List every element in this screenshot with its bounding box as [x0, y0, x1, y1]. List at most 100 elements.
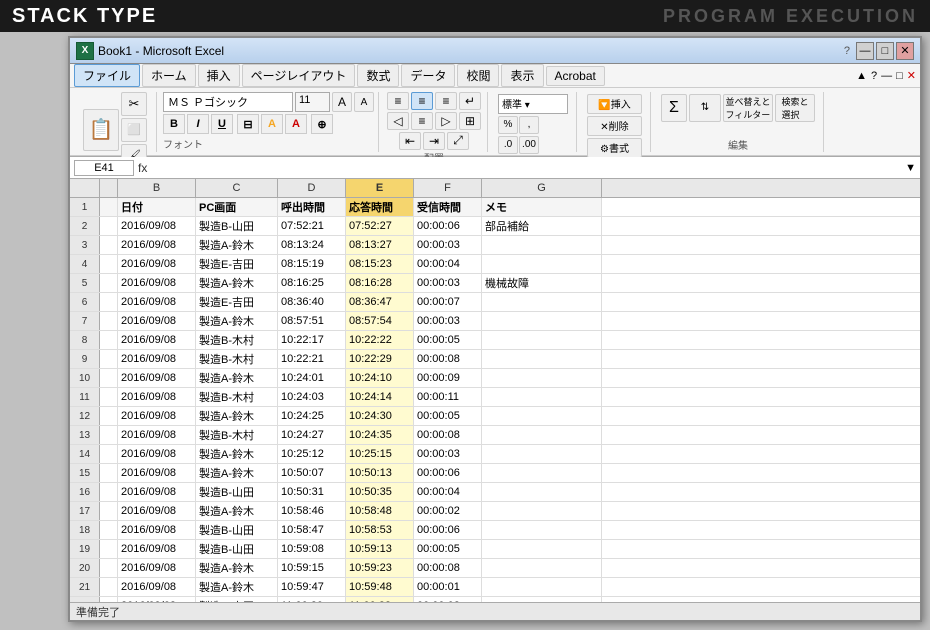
- align-center-button[interactable]: ≡: [411, 112, 433, 130]
- table-row[interactable]: 202016/09/08製造A-鈴木10:59:1510:59:2300:00:…: [70, 559, 920, 578]
- font-size-input[interactable]: 11: [295, 92, 330, 112]
- table-row[interactable]: 132016/09/08製造B-木村10:24:2710:24:3500:00:…: [70, 426, 920, 445]
- cell[interactable]: [482, 426, 602, 444]
- cell[interactable]: 10:59:15: [278, 559, 346, 577]
- font-name-selector[interactable]: ＭＳ Ｐゴシック: [163, 92, 293, 112]
- cell[interactable]: 製造A-鈴木: [196, 312, 278, 330]
- underline-button[interactable]: U: [211, 114, 233, 134]
- autosum-button[interactable]: Σ: [661, 94, 687, 122]
- cell[interactable]: 10:24:03: [278, 388, 346, 406]
- cell[interactable]: 08:57:51: [278, 312, 346, 330]
- cell[interactable]: [482, 369, 602, 387]
- cell[interactable]: [100, 198, 118, 216]
- cell[interactable]: 08:13:24: [278, 236, 346, 254]
- cell[interactable]: 07:52:27: [346, 217, 414, 235]
- cell[interactable]: 00:00:08: [414, 350, 482, 368]
- table-row[interactable]: 82016/09/08製造B-木村10:22:1710:22:2200:00:0…: [70, 331, 920, 350]
- percent-button[interactable]: %: [498, 116, 518, 134]
- rotate-text-button[interactable]: ⤢: [447, 132, 469, 150]
- cell[interactable]: 製造B-木村: [196, 350, 278, 368]
- cell[interactable]: 日付: [118, 198, 196, 216]
- cell[interactable]: 製造A-鈴木: [196, 274, 278, 292]
- cell[interactable]: 2016/09/08: [118, 426, 196, 444]
- cell[interactable]: 00:00:03: [414, 236, 482, 254]
- sort-filter-button[interactable]: ⇅: [689, 94, 721, 122]
- cell[interactable]: [100, 540, 118, 558]
- cell[interactable]: [100, 255, 118, 273]
- cell[interactable]: 10:24:14: [346, 388, 414, 406]
- cell[interactable]: 10:50:07: [278, 464, 346, 482]
- indent-left-button[interactable]: ⇤: [399, 132, 421, 150]
- cell[interactable]: 2016/09/08: [118, 293, 196, 311]
- indent-right-button[interactable]: ⇥: [423, 132, 445, 150]
- cell[interactable]: 10:50:35: [346, 483, 414, 501]
- cell[interactable]: 2016/09/08: [118, 445, 196, 463]
- cell[interactable]: [100, 331, 118, 349]
- cell[interactable]: [100, 407, 118, 425]
- cell[interactable]: 07:52:21: [278, 217, 346, 235]
- cell[interactable]: 製造A-鈴木: [196, 559, 278, 577]
- cell[interactable]: 00:00:08: [414, 426, 482, 444]
- minimize-button[interactable]: —: [856, 42, 874, 60]
- cell[interactable]: 00:00:03: [414, 312, 482, 330]
- cell[interactable]: 00:00:01: [414, 578, 482, 596]
- increase-indent-button[interactable]: ⊕: [311, 114, 333, 134]
- cell[interactable]: 2016/09/08: [118, 407, 196, 425]
- cell[interactable]: 10:25:12: [278, 445, 346, 463]
- cell[interactable]: 10:59:08: [278, 540, 346, 558]
- menu-file[interactable]: ファイル: [74, 64, 140, 87]
- table-row[interactable]: 1日付PC画面呼出時間応答時間受信時間メモ: [70, 198, 920, 217]
- wrap-text-button[interactable]: ↵: [459, 92, 481, 110]
- merge-cells-button[interactable]: ⊞: [459, 112, 481, 130]
- increase-font-button[interactable]: A: [332, 92, 352, 112]
- cell[interactable]: 製造E-吉田: [196, 293, 278, 311]
- insert-cells-button[interactable]: 🔽挿入: [587, 94, 642, 114]
- cell[interactable]: [482, 502, 602, 520]
- col-header-d[interactable]: D: [278, 179, 346, 197]
- cell[interactable]: [482, 293, 602, 311]
- table-row[interactable]: 32016/09/08製造A-鈴木08:13:2408:13:2700:00:0…: [70, 236, 920, 255]
- cell[interactable]: [100, 464, 118, 482]
- cell[interactable]: [482, 407, 602, 425]
- col-header-f[interactable]: F: [414, 179, 482, 197]
- cell[interactable]: 製造A-鈴木: [196, 464, 278, 482]
- cell[interactable]: 00:00:03: [414, 274, 482, 292]
- bold-button[interactable]: B: [163, 114, 185, 134]
- find-select-button[interactable]: 検索と選択: [775, 94, 815, 122]
- cell[interactable]: [482, 483, 602, 501]
- cell[interactable]: [100, 217, 118, 235]
- cell[interactable]: 08:16:28: [346, 274, 414, 292]
- cell[interactable]: 10:59:48: [346, 578, 414, 596]
- cell[interactable]: 10:22:22: [346, 331, 414, 349]
- cell[interactable]: [482, 464, 602, 482]
- cell[interactable]: [100, 445, 118, 463]
- align-left-button[interactable]: ◁: [387, 112, 409, 130]
- col-header-a[interactable]: [100, 179, 118, 197]
- cell[interactable]: 製造B-山田: [196, 483, 278, 501]
- cell[interactable]: [100, 236, 118, 254]
- cell[interactable]: 10:50:13: [346, 464, 414, 482]
- cell[interactable]: 2016/09/08: [118, 274, 196, 292]
- cell[interactable]: 2016/09/08: [118, 578, 196, 596]
- cell[interactable]: 機械故障: [482, 274, 602, 292]
- cell[interactable]: 08:16:25: [278, 274, 346, 292]
- align-top-left-button[interactable]: ≡: [387, 92, 409, 110]
- cell[interactable]: 2016/09/08: [118, 483, 196, 501]
- cell[interactable]: [482, 388, 602, 406]
- cell[interactable]: 2016/09/08: [118, 502, 196, 520]
- align-top-center-button[interactable]: ≡: [411, 92, 433, 110]
- table-row[interactable]: 152016/09/08製造A-鈴木10:50:0710:50:1300:00:…: [70, 464, 920, 483]
- table-row[interactable]: 142016/09/08製造A-鈴木10:25:1210:25:1500:00:…: [70, 445, 920, 464]
- number-format-selector[interactable]: 標準 ▾: [498, 94, 568, 114]
- menu-page-layout[interactable]: ページレイアウト: [242, 64, 356, 87]
- cell[interactable]: 08:15:23: [346, 255, 414, 273]
- cell[interactable]: 製造A-鈴木: [196, 236, 278, 254]
- table-row[interactable]: 92016/09/08製造B-木村10:22:2110:22:2900:00:0…: [70, 350, 920, 369]
- cell[interactable]: 10:59:13: [346, 540, 414, 558]
- italic-button[interactable]: I: [187, 114, 209, 134]
- cell[interactable]: 10:58:47: [278, 521, 346, 539]
- cell[interactable]: 00:00:09: [414, 369, 482, 387]
- cell-reference-box[interactable]: [74, 160, 134, 176]
- align-right-button[interactable]: ▷: [435, 112, 457, 130]
- menu-data[interactable]: データ: [401, 64, 455, 87]
